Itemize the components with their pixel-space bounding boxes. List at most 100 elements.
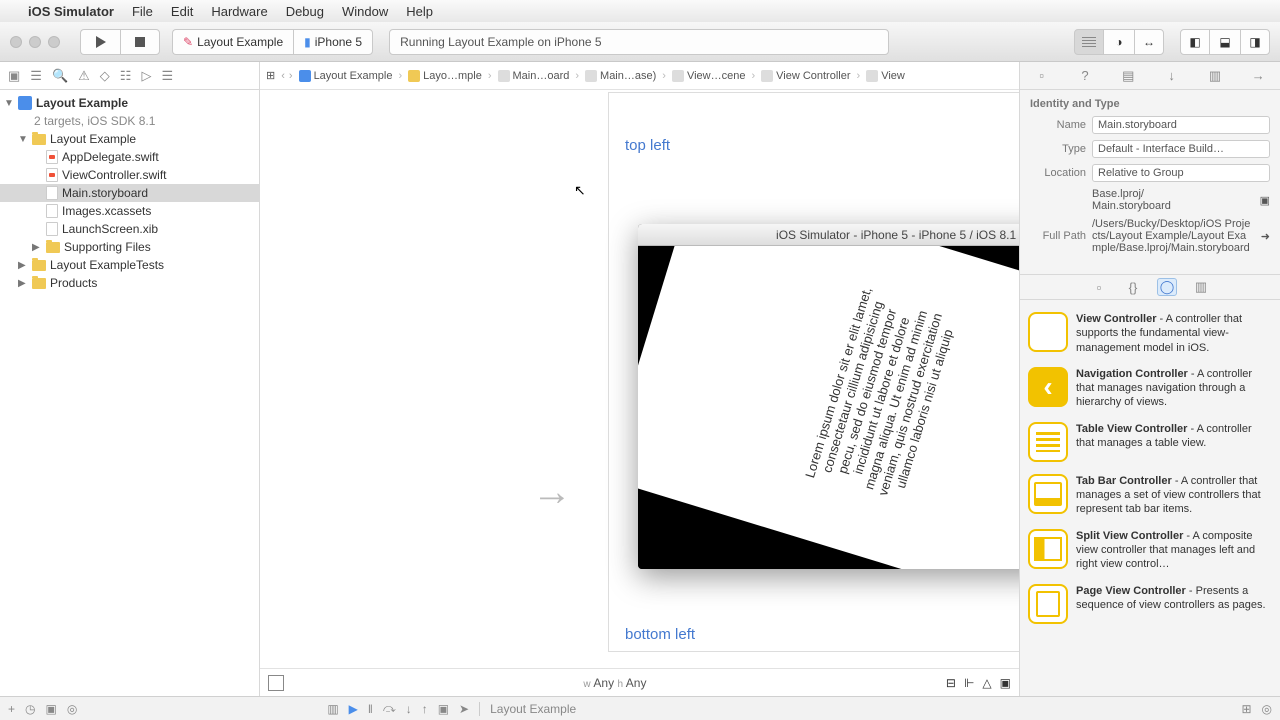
lib-page-view-controller[interactable]: Page View Controller - Presents a sequen… — [1026, 578, 1274, 630]
editor-mode-segment[interactable]: ◑ ↔ — [1074, 29, 1164, 55]
swift-file-icon — [46, 168, 58, 182]
menu-file[interactable]: File — [132, 4, 153, 19]
project-navigator[interactable]: ▼Layout Example 2 targets, iOS SDK 8.1 ▼… — [0, 90, 259, 696]
panel-visibility-segment[interactable]: ◧ ⬓ ◨ — [1180, 29, 1270, 55]
find-nav-icon[interactable]: 🔍 — [52, 68, 68, 84]
group-tests[interactable]: Layout ExampleTests — [50, 258, 164, 272]
size-class-control[interactable]: w Any h Any — [583, 676, 646, 690]
window-controls[interactable] — [10, 36, 60, 48]
breakpoint-nav-icon[interactable]: ▷ — [141, 68, 151, 84]
run-button[interactable] — [80, 29, 120, 55]
file-mainstoryboard[interactable]: Main.storyboard — [62, 186, 148, 200]
issue-nav-icon[interactable]: ⚠ — [78, 68, 90, 84]
view-icon — [866, 70, 878, 82]
type-select[interactable]: Default - Interface Build… — [1092, 140, 1270, 158]
scope-icon[interactable]: ◎ — [67, 702, 77, 716]
filter-icon[interactable]: ▣ — [46, 702, 57, 716]
forward-icon[interactable]: › — [289, 70, 293, 82]
stop-button[interactable] — [120, 29, 160, 55]
lib-view-controller[interactable]: View Controller - A controller that supp… — [1026, 306, 1274, 361]
ib-canvas[interactable]: ↖ → top left top right bottom left botto… — [260, 90, 1019, 668]
jump-bar[interactable]: ⊞ ‹› Layout Example› Layo…mple› Main…oar… — [260, 62, 1019, 90]
code-snippet-lib-icon[interactable]: {} — [1123, 278, 1143, 296]
process-selector[interactable]: Layout Example — [490, 702, 576, 716]
label-bottom-left[interactable]: bottom left — [625, 626, 695, 643]
size-inspector-icon[interactable]: ▥ — [1203, 68, 1227, 84]
location-select[interactable]: Relative to Group — [1092, 164, 1270, 182]
location-icon[interactable]: ➤ — [459, 702, 469, 716]
clock-icon[interactable]: ◷ — [25, 702, 35, 716]
initial-scene-arrow-icon: → — [532, 470, 572, 515]
view-debug-icon[interactable]: ▣ — [438, 702, 449, 716]
add-icon[interactable]: + — [8, 702, 15, 716]
simulator-viewport: 1:08 AM Lorem ipsum dolor sit er elit la… — [638, 246, 1019, 569]
breakpoints-icon[interactable]: ▶ — [349, 702, 358, 716]
project-icon — [18, 96, 32, 110]
scope-right-icon[interactable]: ◎ — [1262, 702, 1272, 716]
lib-table-view-controller[interactable]: Table View Controller - A controller tha… — [1026, 416, 1274, 468]
attributes-inspector-icon[interactable]: ↓ — [1160, 68, 1184, 83]
related-items-icon[interactable]: ⊞ — [266, 69, 275, 82]
folder-icon — [32, 134, 46, 145]
location-label: Location — [1030, 167, 1086, 179]
media-lib-icon[interactable]: ▥ — [1191, 278, 1211, 296]
align-icon[interactable]: ⊟ — [946, 676, 956, 690]
report-nav-icon[interactable]: ☰ — [161, 68, 173, 84]
file-appdelegate[interactable]: AppDelegate.swift — [62, 150, 159, 164]
test-nav-icon[interactable]: ◇ — [100, 68, 110, 84]
navigator-tabs[interactable]: ▣ ☰ 🔍 ⚠ ◇ ☷ ▷ ☰ — [0, 62, 259, 90]
simulator-window[interactable]: iOS Simulator - iPhone 5 - iPhone 5 / iO… — [638, 224, 1019, 569]
project-nav-icon[interactable]: ▣ — [8, 68, 20, 84]
object-lib-icon[interactable]: ◯ — [1157, 278, 1177, 296]
reveal-icon[interactable]: ➜ — [1261, 230, 1270, 243]
file-template-lib-icon[interactable]: ▫ — [1089, 278, 1109, 296]
object-library[interactable]: View Controller - A controller that supp… — [1020, 300, 1280, 696]
step-out-icon[interactable]: ↑ — [422, 702, 428, 716]
resolve-icon[interactable]: △ — [982, 676, 991, 690]
section-identity-type: Identity and Type — [1030, 98, 1270, 110]
step-over-icon[interactable]: ⤼ — [383, 701, 396, 716]
grid-icon[interactable]: ⊞ — [1241, 702, 1251, 716]
menu-window[interactable]: Window — [342, 4, 388, 19]
lib-split-view-controller[interactable]: Split View Controller - A composite view… — [1026, 523, 1274, 578]
group-supporting-files[interactable]: Supporting Files — [64, 240, 151, 254]
identity-inspector-icon[interactable]: ▤ — [1116, 68, 1140, 84]
back-icon[interactable]: ‹ — [281, 70, 285, 82]
project-root[interactable]: Layout Example — [36, 96, 128, 110]
table-view-controller-icon — [1028, 422, 1068, 462]
connections-inspector-icon[interactable]: → — [1246, 68, 1270, 83]
group-products[interactable]: Products — [50, 276, 97, 290]
menu-debug[interactable]: Debug — [286, 4, 324, 19]
resizing-icon[interactable]: ▣ — [1000, 676, 1011, 690]
quickhelp-inspector-icon[interactable]: ? — [1073, 68, 1097, 83]
file-viewcontroller[interactable]: ViewController.swift — [62, 168, 166, 182]
navigator-panel: ▣ ☰ 🔍 ⚠ ◇ ☷ ▷ ☰ ▼Layout Example 2 target… — [0, 62, 260, 696]
file-inspector-icon[interactable]: ▫ — [1030, 68, 1054, 83]
document-outline-toggle-icon[interactable] — [268, 675, 284, 691]
label-top-left[interactable]: top left — [625, 137, 670, 154]
hide-debug-icon[interactable]: ▥ — [327, 702, 338, 716]
xib-file-icon — [46, 222, 58, 236]
file-images[interactable]: Images.xcassets — [62, 204, 151, 218]
folder-icon — [32, 260, 46, 271]
group-layout-example[interactable]: Layout Example — [50, 132, 136, 146]
library-tabs[interactable]: ▫ {} ◯ ▥ — [1020, 274, 1280, 300]
scheme-selector[interactable]: ✎Layout Example — [172, 29, 293, 55]
menu-edit[interactable]: Edit — [171, 4, 193, 19]
menu-help[interactable]: Help — [406, 4, 433, 19]
continue-icon[interactable]: ‖ — [368, 702, 373, 716]
file-launchscreen[interactable]: LaunchScreen.xib — [62, 222, 158, 236]
choose-folder-icon[interactable]: ▣ — [1260, 194, 1270, 207]
inspector-tabs[interactable]: ▫ ? ▤ ↓ ▥ → — [1020, 62, 1280, 90]
menu-hardware[interactable]: Hardware — [211, 4, 267, 19]
lib-navigation-controller[interactable]: Navigation Controller - A controller tha… — [1026, 361, 1274, 416]
debug-nav-icon[interactable]: ☷ — [120, 68, 132, 84]
step-into-icon[interactable]: ↓ — [406, 702, 412, 716]
app-menu[interactable]: iOS Simulator — [28, 4, 114, 19]
name-field[interactable]: Main.storyboard — [1092, 116, 1270, 134]
file-icon — [498, 70, 510, 82]
symbol-nav-icon[interactable]: ☰ — [30, 68, 42, 84]
lib-tab-bar-controller[interactable]: Tab Bar Controller - A controller that m… — [1026, 468, 1274, 523]
destination-selector[interactable]: ▮iPhone 5 — [293, 29, 373, 55]
pin-icon[interactable]: ⊩ — [964, 676, 974, 690]
